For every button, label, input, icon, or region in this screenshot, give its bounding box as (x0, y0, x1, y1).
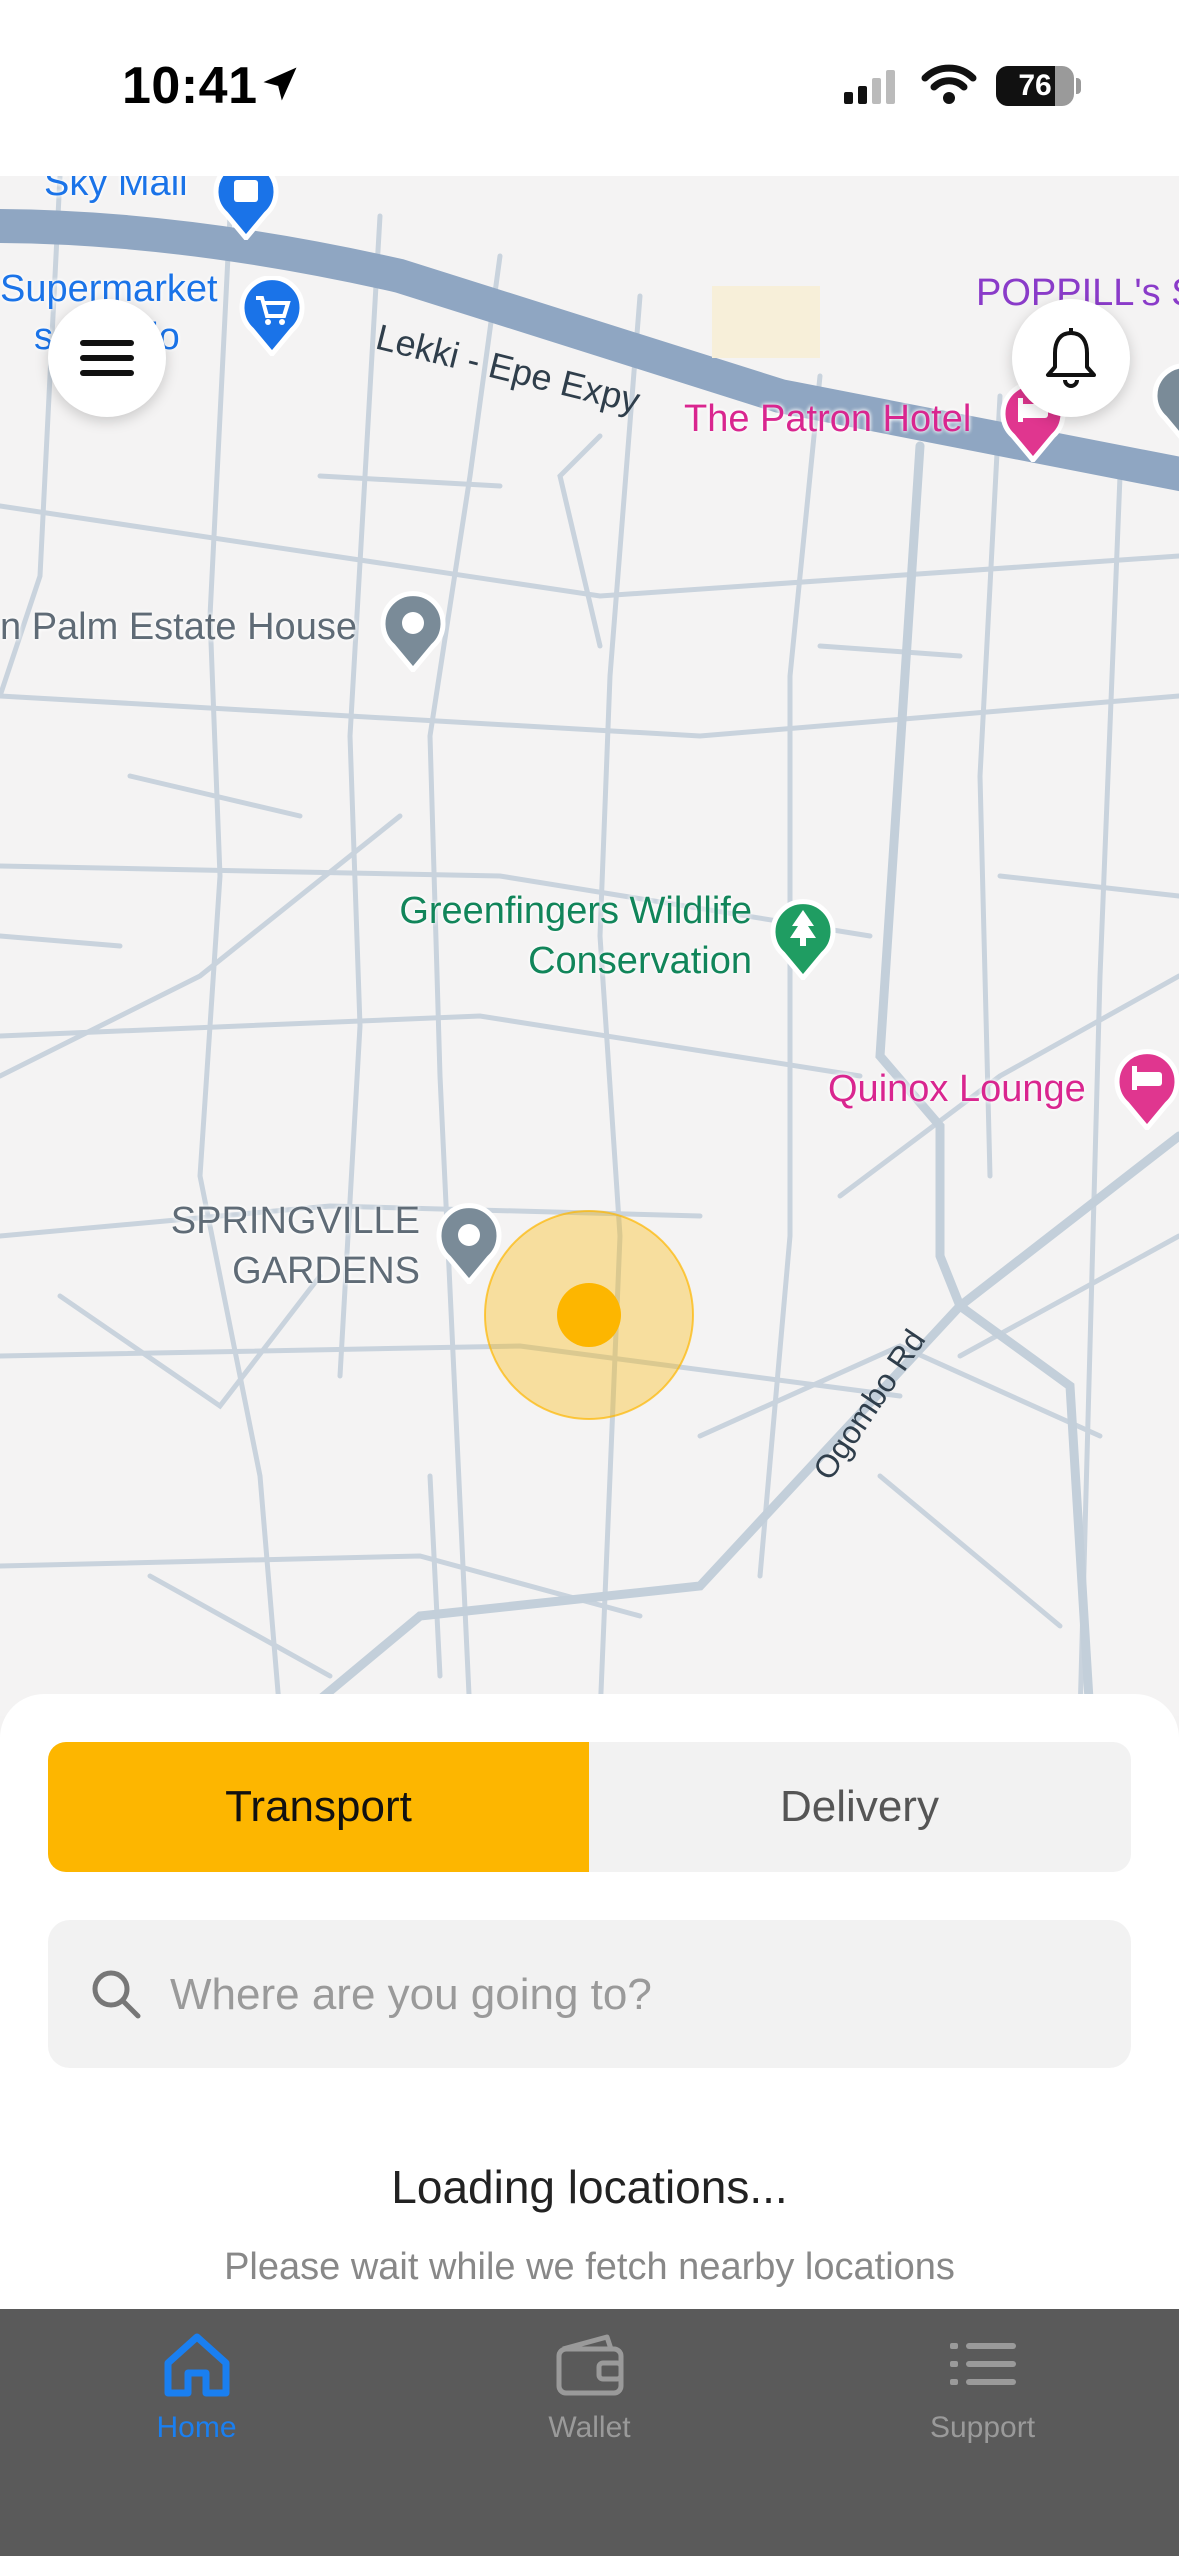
loading-subtitle: Please wait while we fetch nearby locati… (224, 2246, 955, 2288)
notifications-button[interactable] (1012, 299, 1130, 417)
status-bar: 10:41 76 (0, 0, 1179, 176)
destination-search[interactable] (48, 1920, 1131, 2070)
battery-percentage: 76 (1018, 69, 1052, 102)
tab-transport[interactable]: Transport (48, 1742, 589, 1872)
list-icon (949, 2343, 1016, 2385)
map-label-springville-line2[interactable]: GARDENS (160, 1248, 420, 1294)
menu-button[interactable] (48, 299, 166, 417)
cellular-signal-icon (844, 70, 895, 104)
map-label-greenfingers[interactable]: Greenfingers Wildlife (360, 888, 752, 934)
map-label-patron-hotel[interactable]: The Patron Hotel (684, 396, 971, 442)
search-icon (92, 1970, 141, 2019)
tab-delivery[interactable]: Delivery (589, 1742, 1130, 1872)
hamburger-menu-icon (80, 340, 134, 376)
home-icon (164, 2333, 229, 2397)
battery-cap (1076, 78, 1081, 94)
tab-home[interactable]: Home (0, 2309, 393, 2469)
map-label-greenfingers-line2[interactable]: Conservation (360, 938, 752, 984)
map-view[interactable]: Sky Mall Supermarket s edo Lekki - Epe E… (0, 176, 1179, 1716)
lounge-hotel-pin-icon[interactable] (1112, 1048, 1179, 1130)
bottom-tab-bar: Home Wallet Support (0, 2309, 1179, 2556)
bell-icon (1046, 328, 1096, 388)
map-label-palm-estate[interactable]: n Palm Estate House (0, 604, 357, 650)
user-location-marker (484, 1210, 694, 1420)
park-pin-icon[interactable] (768, 896, 838, 980)
tab-support[interactable]: Support (786, 2309, 1179, 2469)
map-label-springville[interactable]: SPRINGVILLE (160, 1198, 420, 1244)
map-label-quinox-lounge[interactable]: Quinox Lounge (828, 1066, 1086, 1112)
location-arrow-icon (263, 67, 297, 101)
tab-home-label: Home (156, 2411, 237, 2444)
tab-wallet-label: Wallet (548, 2411, 631, 2444)
booking-sheet: Transport Delivery Loading locations... … (0, 1694, 1179, 2309)
place-pin-icon[interactable] (1150, 362, 1179, 444)
status-time: 10:41 (122, 57, 258, 115)
tab-wallet[interactable]: Wallet (393, 2309, 786, 2469)
wallet-icon (556, 2334, 623, 2396)
shopping-pin-icon[interactable] (212, 176, 280, 240)
battery-indicator: 76 (996, 66, 1074, 106)
service-type-toggle: Transport Delivery (48, 1742, 1131, 1872)
tab-support-label: Support (929, 2411, 1036, 2444)
map-label-sky-mall[interactable]: Sky Mall (44, 176, 188, 206)
loading-title: Loading locations... (391, 2161, 788, 2213)
wifi-icon (921, 64, 977, 104)
shopping-cart-pin-icon[interactable] (238, 276, 306, 356)
place-pin-icon[interactable] (378, 590, 448, 672)
destination-input[interactable] (168, 1920, 1092, 2070)
